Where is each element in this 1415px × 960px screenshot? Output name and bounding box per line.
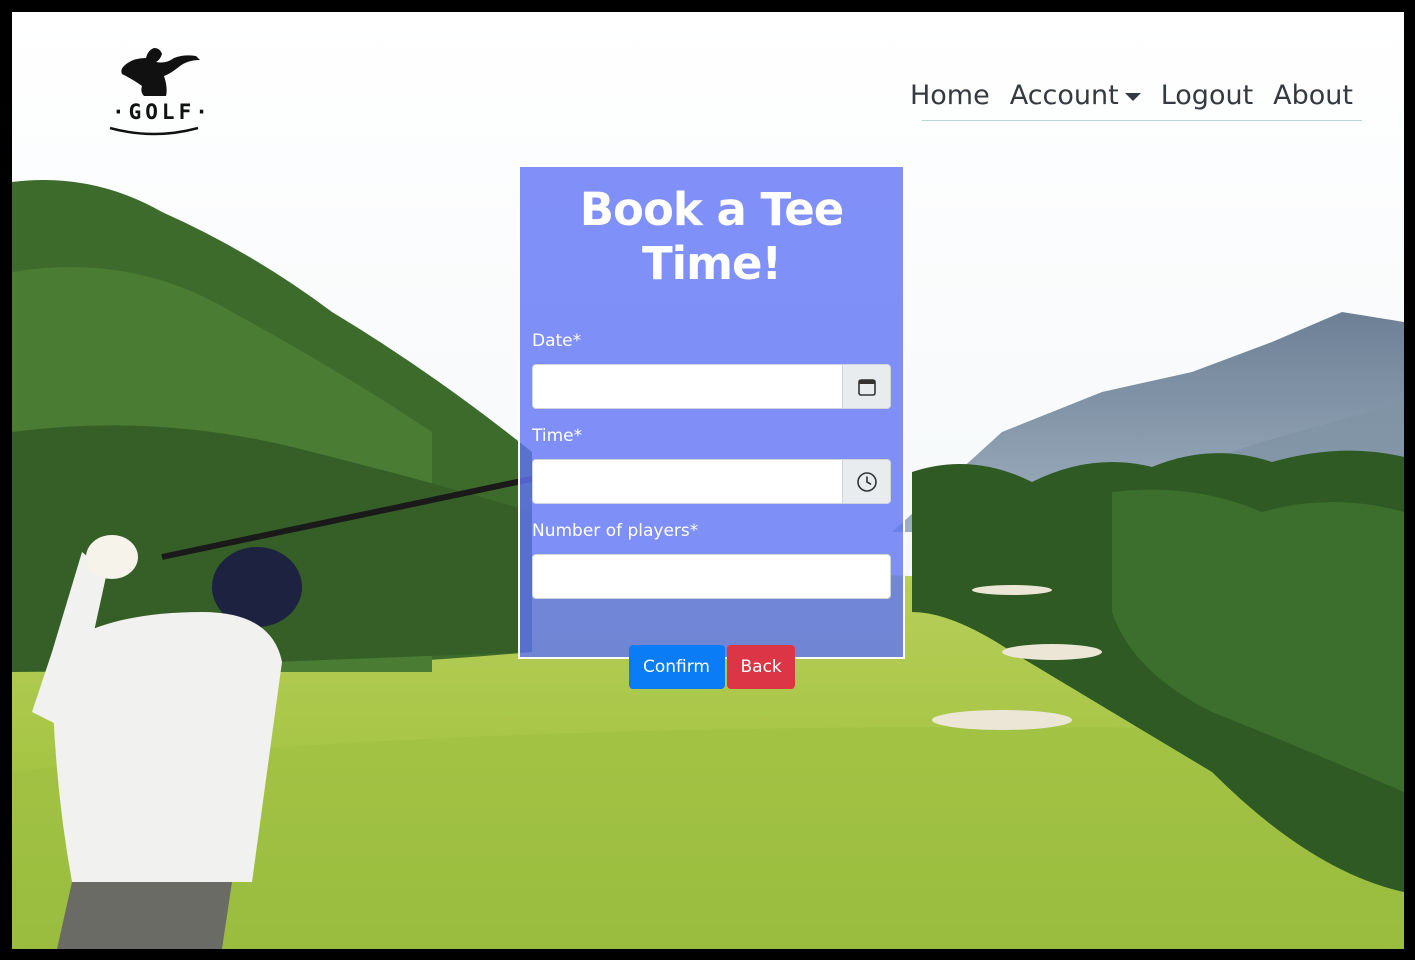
time-picker-button[interactable] bbox=[843, 459, 891, 504]
golfer-silhouette-icon bbox=[109, 48, 200, 136]
booking-title: Book a Tee Time! bbox=[579, 183, 845, 290]
time-label: Time* bbox=[532, 426, 583, 446]
caret-down-icon bbox=[1124, 93, 1141, 101]
form-actions: Confirm Back bbox=[532, 645, 891, 689]
nav-home-label: Home bbox=[909, 80, 990, 111]
date-input-group bbox=[532, 364, 891, 409]
main-nav: Home Account Logout About bbox=[910, 72, 1362, 121]
golf-logo[interactable]: ·GOLF· bbox=[104, 40, 212, 142]
players-label: Number of players* bbox=[532, 521, 699, 541]
page-viewport: ·GOLF· Home Account Logout About Book a … bbox=[12, 12, 1404, 949]
nav-logout-label: Logout bbox=[1160, 80, 1254, 111]
players-input[interactable] bbox=[532, 554, 891, 599]
date-input[interactable] bbox=[532, 364, 843, 409]
time-input[interactable] bbox=[532, 459, 843, 504]
date-picker-button[interactable] bbox=[843, 364, 891, 409]
back-button[interactable]: Back bbox=[726, 645, 795, 689]
nav-about[interactable]: About bbox=[1273, 72, 1353, 120]
date-label: Date* bbox=[532, 331, 582, 351]
nav-account-label: Account bbox=[1009, 80, 1119, 111]
booking-card: Book a Tee Time! Date* Time* Number of p… bbox=[518, 165, 905, 689]
time-input-group bbox=[532, 459, 891, 504]
nav-logout[interactable]: Logout bbox=[1161, 72, 1253, 120]
clock-icon bbox=[856, 471, 877, 492]
nav-home[interactable]: Home bbox=[910, 72, 990, 120]
nav-account-dropdown[interactable]: Account bbox=[1010, 72, 1141, 120]
calendar-icon bbox=[857, 378, 876, 396]
logo-text: ·GOLF· bbox=[112, 100, 212, 124]
nav-about-label: About bbox=[1273, 80, 1353, 111]
confirm-button[interactable]: Confirm bbox=[628, 645, 725, 689]
players-input-group bbox=[532, 554, 891, 599]
